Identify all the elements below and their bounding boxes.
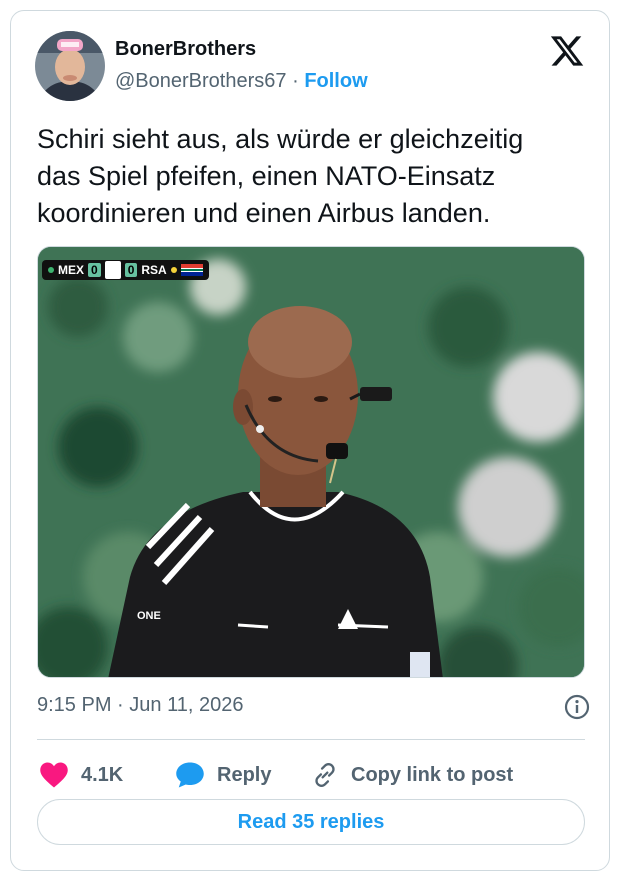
divider [37, 739, 585, 740]
home-indicator-dot [48, 267, 54, 273]
author-handle[interactable]: @BonerBrothers67 [115, 70, 287, 92]
copy-link-button[interactable]: Copy link to post [311, 757, 513, 793]
scorebug-away-score: 0 [124, 263, 138, 277]
away-indicator-dot [170, 267, 177, 273]
handle-separator: · [292, 70, 299, 92]
tweet-text: Schiri sieht aus, als würde er gleichzei… [37, 124, 524, 228]
sleeve-text: ONE [137, 610, 161, 622]
timestamp-separator: · [117, 694, 124, 716]
tweet-time: 9:15 PM [37, 694, 112, 716]
like-count: 4.1K [81, 763, 124, 786]
author-avatar[interactable] [35, 31, 105, 101]
scorebug-away-team: RSA [141, 263, 167, 277]
scorebug: MEX 0 0 RSA [42, 260, 209, 280]
x-logo-icon[interactable] [549, 33, 585, 69]
tweet-card: BonerBrothers @BonerBrothers67 · Follow … [10, 10, 610, 871]
follow-button[interactable]: Follow [304, 70, 367, 92]
like-button[interactable]: 4.1K [39, 757, 123, 793]
referee-photo: ONE [38, 247, 584, 677]
action-bar: 4.1K Reply Copy link to post [37, 757, 585, 793]
tweet-date: Jun 11, 2026 [129, 694, 244, 716]
info-icon[interactable] [563, 693, 591, 721]
reply-button[interactable]: Reply [175, 757, 271, 793]
reply-bubble-icon [176, 762, 204, 788]
read-replies-button[interactable]: Read 35 replies [37, 799, 585, 845]
heart-icon [40, 762, 68, 788]
scorebug-home-score: 0 [88, 263, 101, 277]
link-icon [315, 763, 335, 787]
author-handle-row: @BonerBrothers67 · Follow [115, 70, 368, 93]
tweet-timestamp[interactable]: 9:15 PM · Jun 11, 2026 [37, 694, 243, 717]
scorebug-home-team: MEX [58, 263, 85, 277]
copy-link-label: Copy link to post [351, 763, 514, 786]
south-africa-flag-icon [180, 264, 203, 276]
tweet-media-image[interactable]: ONE MEX 0 0 RSA [37, 246, 585, 678]
tournament-logo-icon [104, 261, 121, 279]
reply-label: Reply [217, 763, 272, 786]
avatar-image [35, 31, 105, 101]
author-display-name[interactable]: BonerBrothers [115, 38, 256, 61]
